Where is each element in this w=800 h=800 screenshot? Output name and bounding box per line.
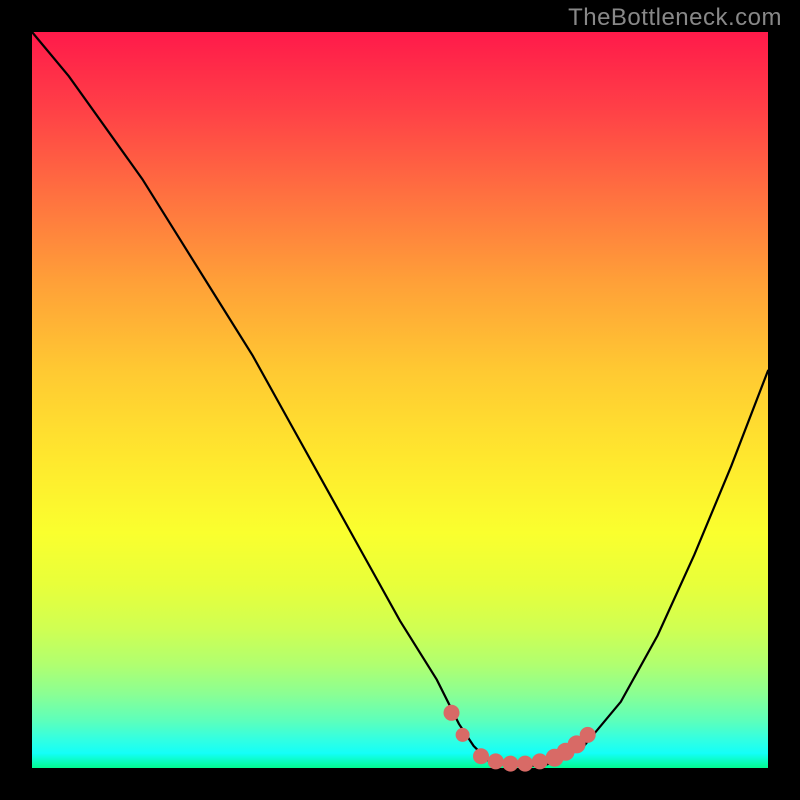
highlight-dot — [517, 756, 533, 772]
watermark-text: TheBottleneck.com — [568, 4, 782, 32]
curve-layer — [32, 32, 768, 768]
highlight-dot — [473, 748, 489, 764]
plot-area — [32, 32, 768, 768]
highlight-markers — [444, 705, 596, 772]
highlight-dot — [456, 728, 470, 742]
highlight-dot — [502, 756, 518, 772]
highlight-dot — [532, 753, 548, 769]
bottleneck-curve — [32, 32, 768, 766]
highlight-dot — [444, 705, 460, 721]
highlight-dot — [580, 727, 596, 743]
chart-frame: TheBottleneck.com — [0, 0, 800, 800]
highlight-dot — [488, 753, 504, 769]
